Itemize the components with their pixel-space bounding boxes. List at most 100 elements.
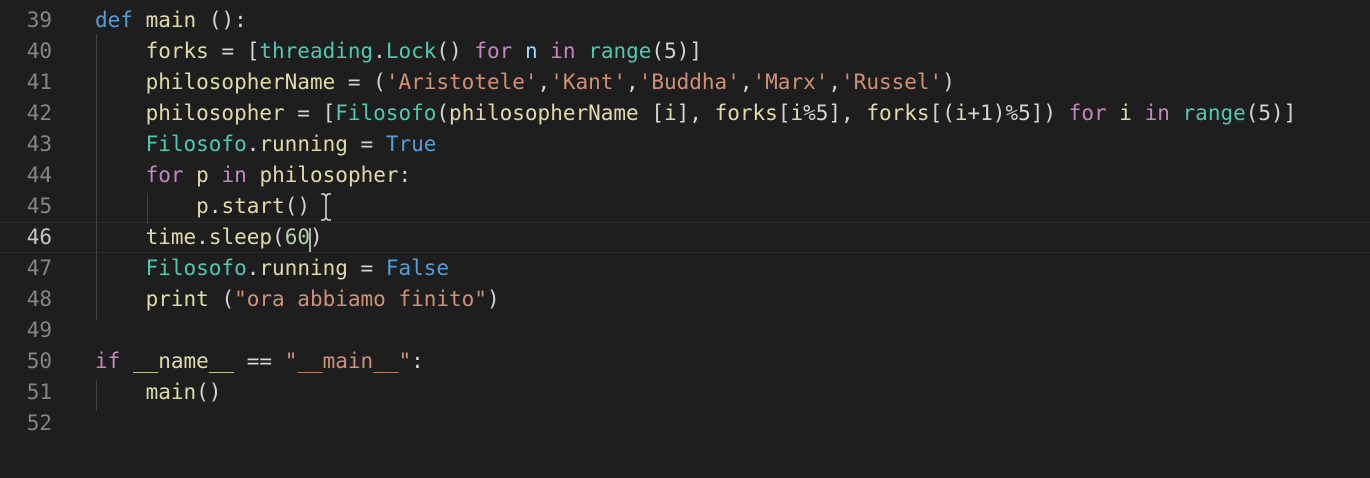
code-token: %5],	[803, 101, 867, 125]
code-token: (	[436, 101, 450, 125]
line-number: 45	[26, 194, 52, 218]
indent-guide	[96, 34, 97, 320]
code-line[interactable]: 40 forks = [threading.Lock() for n in ra…	[0, 36, 1370, 67]
ibeam-cursor-icon	[321, 193, 331, 221]
code-token: +1)%5])	[967, 101, 1069, 125]
code-text: for p in philosopher:	[95, 160, 412, 191]
code-token: forks	[145, 39, 209, 63]
code-token: =	[347, 132, 386, 156]
line-number: 39	[26, 8, 52, 32]
code-line[interactable]: 46 time.sleep(60)	[0, 222, 1370, 253]
code-token: i	[664, 101, 677, 125]
code-token: Filosofo	[335, 101, 437, 125]
code-line[interactable]: 44 for p in philosopher:	[0, 160, 1370, 191]
code-token: in	[1144, 101, 1170, 125]
code-token: p	[196, 194, 209, 218]
code-token: for	[474, 39, 513, 63]
code-token: in	[221, 163, 247, 187]
code-line[interactable]: 43 Filosofo.running = True	[0, 129, 1370, 160]
code-token: ,	[537, 70, 551, 94]
code-token: :	[398, 163, 412, 187]
code-token: start	[221, 194, 285, 218]
code-line[interactable]: 47 Filosofo.running = False	[0, 253, 1370, 284]
code-line[interactable]: 39 def main ():	[0, 5, 1370, 36]
code-line[interactable]: 50 if __name__ == "__main__":	[0, 346, 1370, 377]
code-line[interactable]: 48 print ("ora abbiamo finito")	[0, 284, 1370, 315]
code-token: "ora abbiamo finito"	[234, 287, 487, 311]
line-number: 52	[26, 411, 52, 435]
code-token: if	[95, 349, 121, 373]
code-token: sleep	[208, 225, 273, 249]
code-token: )	[486, 287, 500, 311]
code-text: p.start()	[95, 191, 310, 222]
line-number: 49	[26, 318, 52, 342]
code-token: philosopher	[145, 101, 285, 125]
code-token: = (	[335, 70, 386, 94]
code-token: i	[954, 101, 968, 125]
code-line[interactable]: 51 main()	[0, 377, 1370, 408]
code-token: (	[272, 225, 285, 249]
code-text: forks = [threading.Lock() for n in range…	[95, 36, 702, 67]
line-number: 51	[26, 380, 52, 404]
code-token: ,	[828, 70, 842, 94]
code-token: for	[145, 163, 184, 187]
code-token: ],	[676, 101, 715, 125]
code-editor[interactable]: 39 def main (): 40 forks = [threading.Lock…	[0, 0, 1370, 478]
code-token: time	[145, 225, 197, 249]
code-line[interactable]: 52	[0, 408, 1370, 439]
code-text: def main ():	[95, 5, 247, 36]
code-token: 'Kant'	[550, 70, 627, 94]
code-token: in	[550, 39, 576, 63]
line-number: 47	[26, 256, 52, 280]
code-token: 'Aristotele'	[385, 70, 538, 94]
code-token: p	[196, 163, 209, 187]
code-token: main	[145, 8, 197, 32]
code-token: True	[385, 132, 437, 156]
code-token: Filosofo	[145, 132, 247, 156]
line-number: 46	[26, 225, 52, 249]
code-token: 60	[284, 225, 310, 249]
text-cursor	[309, 228, 311, 252]
code-token: .	[208, 194, 222, 218]
code-token: Filosofo	[145, 256, 247, 280]
code-token: ()	[436, 39, 475, 63]
code-token: ==	[234, 349, 285, 373]
code-line[interactable]: 45 p.start()	[0, 191, 1370, 222]
code-line[interactable]: 42 philosopher = [Filosofo(philosopherNa…	[0, 98, 1370, 129]
code-token: forks	[714, 101, 778, 125]
code-token: 'Marx'	[752, 70, 829, 94]
code-line[interactable]: 49	[0, 315, 1370, 346]
code-token: forks	[866, 101, 930, 125]
code-token: ()	[196, 380, 222, 404]
code-token: 'Russel'	[841, 70, 943, 94]
code-token: ():	[196, 8, 247, 32]
code-line[interactable]: 41 philosopherName = ('Aristotele','Kant…	[0, 67, 1370, 98]
code-token: )	[309, 225, 323, 249]
code-text: main()	[95, 377, 222, 408]
code-token: range	[1182, 101, 1246, 125]
code-token: .	[373, 39, 386, 63]
indent-guide	[147, 193, 148, 224]
line-number: 50	[26, 349, 52, 373]
code-token: ()	[284, 194, 310, 218]
code-token: .	[246, 256, 260, 280]
code-token: .	[246, 132, 260, 156]
code-token: n	[524, 39, 538, 63]
code-text: Filosofo.running = False	[95, 253, 449, 284]
line-number: 44	[26, 163, 52, 187]
code-token: :	[411, 349, 424, 373]
code-token: = [	[208, 39, 260, 63]
